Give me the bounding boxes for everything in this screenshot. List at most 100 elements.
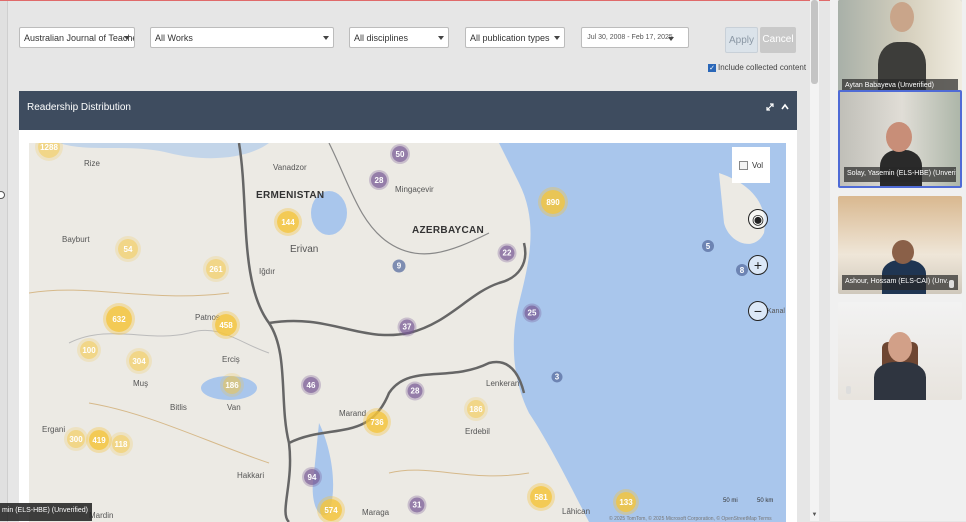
mic-icon (949, 280, 954, 288)
readership-map[interactable]: ERMENISTAN AZERBAYCAN Rize Vanadzor Ming… (29, 143, 786, 522)
left-edge-bar (0, 1, 8, 522)
map-cluster-marker[interactable]: 46 (303, 377, 319, 393)
map-cluster-marker[interactable]: 9 (392, 259, 406, 273)
participant-tile[interactable]: Ashour, Hossam (ELS-CAI) (Unv... (838, 196, 962, 294)
participant-face (890, 2, 914, 32)
date-range-select[interactable]: Jul 30, 2008 - Feb 17, 2025 (581, 27, 689, 48)
disciplines-select-value: All disciplines (354, 33, 409, 43)
map-cluster-marker[interactable]: 574 (320, 499, 342, 521)
map-cluster-marker[interactable]: 3 (551, 371, 563, 383)
place-label: Erivan (290, 244, 319, 255)
publication-types-select[interactable]: All publication types (465, 27, 565, 48)
place-label: Erdebil (465, 427, 490, 436)
place-label: Kanal (767, 308, 785, 315)
scroll-down-icon[interactable]: ▼ (810, 512, 819, 518)
chevron-down-icon (438, 36, 444, 40)
journal-select-value: Australian Journal of Teacher (24, 33, 135, 43)
map-cluster-marker[interactable]: 736 (366, 411, 388, 433)
works-select-value: All Works (155, 33, 193, 43)
active-speaker-label: min (ELS-HBE) (Unverified) (0, 503, 92, 521)
place-label: Mingaçevir (395, 185, 434, 194)
place-label: Lenkeran (486, 379, 520, 388)
scale-mi: 50 mi (723, 498, 738, 504)
publication-types-select-value: All publication types (470, 33, 550, 43)
place-label: Vanadzor (273, 163, 307, 172)
chevron-up-icon[interactable] (780, 102, 790, 112)
include-collected-checkbox[interactable]: ✓ (708, 63, 716, 72)
participant-tile[interactable]: Aytan Babayeva (Unverified) (838, 0, 962, 98)
place-label: Rize (84, 159, 101, 168)
include-collected-label: Include collected content (718, 63, 807, 72)
place-label: Bayburt (62, 235, 90, 244)
place-label: Bitlis (170, 403, 187, 412)
country-label-azerbaijan: AZERBAYCAN (412, 225, 485, 236)
map-cluster-marker[interactable]: 5 (702, 240, 714, 252)
map-cluster-marker[interactable]: 458 (215, 314, 237, 336)
participant-face (892, 240, 914, 264)
map-cluster-marker[interactable]: 300 (67, 430, 85, 448)
chevron-down-icon (323, 36, 329, 40)
legend-label: Vol (751, 160, 764, 170)
map-cluster-marker[interactable]: 419 (89, 430, 109, 450)
chevron-down-icon (124, 36, 130, 40)
map-cluster-marker[interactable]: 37 (399, 319, 415, 335)
zoom-out-button[interactable]: − (748, 301, 768, 321)
chevron-down-icon (554, 36, 560, 40)
journal-select[interactable]: Australian Journal of Teacher (19, 27, 135, 48)
map-cluster-marker[interactable]: 31 (409, 497, 425, 513)
map-cluster-marker[interactable]: 186 (223, 376, 241, 394)
locate-icon[interactable]: ◉ (748, 209, 768, 229)
map-cluster-marker[interactable]: 144 (277, 211, 299, 233)
include-collected-toggle[interactable]: ✓ Include collected content (708, 63, 806, 72)
place-label: Iğdır (259, 267, 276, 276)
country-label-armenia: ERMENISTAN (256, 190, 325, 201)
map-legend[interactable]: Vol (732, 147, 770, 183)
panel-title: Readership Distribution (27, 102, 131, 113)
map-cluster-marker[interactable]: 28 (407, 383, 423, 399)
map-cluster-marker[interactable]: 54 (118, 239, 138, 259)
map-cluster-marker[interactable]: 133 (616, 492, 636, 512)
place-label: Muş (133, 379, 149, 388)
map-cluster-marker[interactable]: 261 (206, 259, 226, 279)
map-cluster-marker[interactable]: 890 (541, 190, 565, 214)
map-cluster-marker[interactable]: 118 (112, 435, 130, 453)
map-cluster-marker[interactable]: 28 (371, 172, 387, 188)
expand-icon[interactable] (765, 102, 775, 112)
map-attribution: © 2025 TomTom, © 2025 Microsoft Corporat… (609, 516, 772, 522)
place-label: Mardin (89, 511, 114, 520)
map-cluster-marker[interactable]: 94 (304, 469, 320, 485)
scale-km: 50 km (757, 498, 774, 504)
date-range-value: Jul 30, 2008 - Feb 17, 2025 (587, 34, 673, 41)
place-label: Marand (339, 409, 367, 418)
participant-tile[interactable] (838, 302, 962, 400)
panel-header: Readership Distribution (19, 91, 797, 130)
apply-button[interactable]: Apply (725, 27, 758, 53)
map-cluster-marker[interactable]: 186 (467, 400, 485, 418)
place-label: Maraga (362, 508, 390, 517)
map-cluster-marker[interactable]: 8 (736, 264, 748, 276)
cancel-button[interactable]: Cancel (760, 27, 796, 53)
place-label: Van (227, 403, 241, 412)
place-label: Erciş (222, 355, 240, 364)
scrollbar-thumb[interactable] (811, 0, 818, 84)
map-cluster-marker[interactable]: 22 (499, 245, 515, 261)
participant-tile-active[interactable]: Solay, Yasemin (ELS-HBE) (Unverified) (838, 90, 962, 188)
map-cluster-marker[interactable]: 581 (530, 486, 552, 508)
mic-icon (846, 386, 851, 394)
disciplines-select[interactable]: All disciplines (349, 27, 449, 48)
map-cluster-marker[interactable]: 50 (392, 146, 408, 162)
zoom-in-button[interactable]: + (748, 255, 768, 275)
place-label: Hakkari (237, 471, 265, 480)
map-cluster-marker[interactable]: 304 (129, 351, 149, 371)
map-cluster-marker[interactable]: 100 (80, 341, 98, 359)
works-select[interactable]: All Works (150, 27, 334, 48)
map-cluster-marker[interactable]: 25 (524, 305, 540, 321)
chevron-down-icon (668, 37, 674, 41)
participant-name: Ashour, Hossam (ELS-CAI) (Unv... (842, 275, 958, 290)
place-label: Lâhican (562, 507, 591, 516)
map-cluster-marker[interactable]: 632 (106, 306, 132, 332)
place-label: Ergani (42, 425, 66, 434)
app-window: Australian Journal of Teacher All Works … (0, 0, 830, 522)
participant-face (888, 332, 912, 362)
participant-avatar (874, 362, 926, 400)
